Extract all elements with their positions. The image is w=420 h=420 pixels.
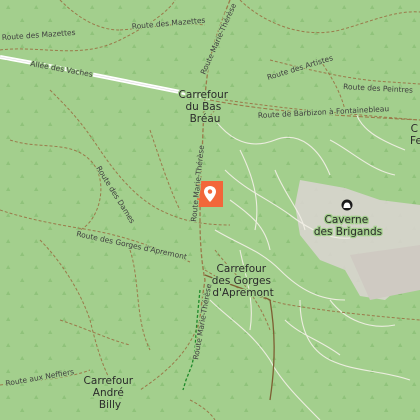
place-gorges-apremont: Carrefour des Gorges d'Apremont bbox=[212, 263, 275, 299]
place-edge-right: C Fe bbox=[410, 123, 420, 147]
map-canvas: Carrefour du Bas Bréau Carrefour des Gor… bbox=[0, 0, 420, 420]
cave-icon bbox=[341, 199, 353, 211]
map-view[interactable]: Carrefour du Bas Bréau Carrefour des Gor… bbox=[0, 0, 420, 420]
